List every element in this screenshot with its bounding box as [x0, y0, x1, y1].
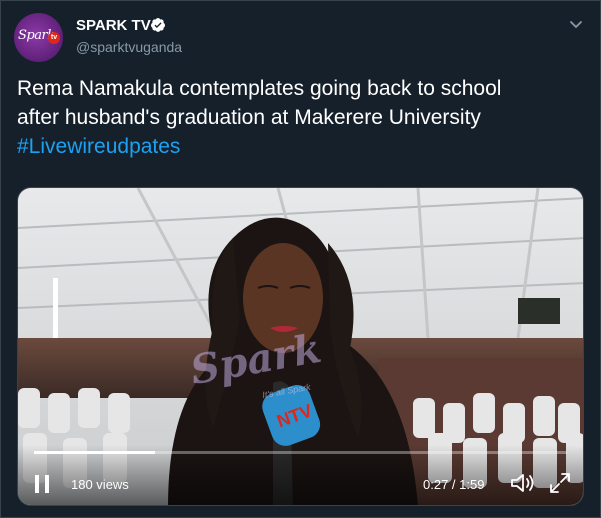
pause-icon[interactable] — [33, 474, 51, 494]
avatar-logo-badge: tv — [48, 32, 60, 44]
controls-overlay — [18, 445, 583, 505]
tweet-text-line-2: after husband's graduation at Makerere U… — [17, 106, 481, 129]
verified-badge-icon — [151, 18, 165, 32]
video-progress-fill — [34, 451, 155, 454]
view-count: 180 views — [71, 477, 129, 492]
account-name[interactable]: SPARK TV — [76, 17, 151, 34]
tweet-text: Rema Namakula contemplates going back to… — [17, 74, 587, 161]
video-player[interactable]: NTV Spark It's all Spark 180 views 0:27 … — [17, 187, 584, 506]
tweet-text-line-1: Rema Namakula contemplates going back to… — [17, 77, 502, 100]
video-progress-bar[interactable] — [34, 451, 567, 454]
volume-icon[interactable] — [509, 471, 535, 495]
tweet-card[interactable]: Spark tv SPARK TV @sparktvuganda Rema Na… — [0, 0, 601, 518]
account-handle[interactable]: @sparktvuganda — [76, 39, 182, 55]
fullscreen-icon[interactable] — [548, 471, 572, 495]
avatar[interactable]: Spark tv — [14, 13, 63, 62]
hashtag-link[interactable]: #Livewireudpates — [17, 132, 587, 161]
chevron-down-icon[interactable] — [567, 15, 585, 33]
video-timecode: 0:27 / 1:59 — [423, 477, 485, 492]
